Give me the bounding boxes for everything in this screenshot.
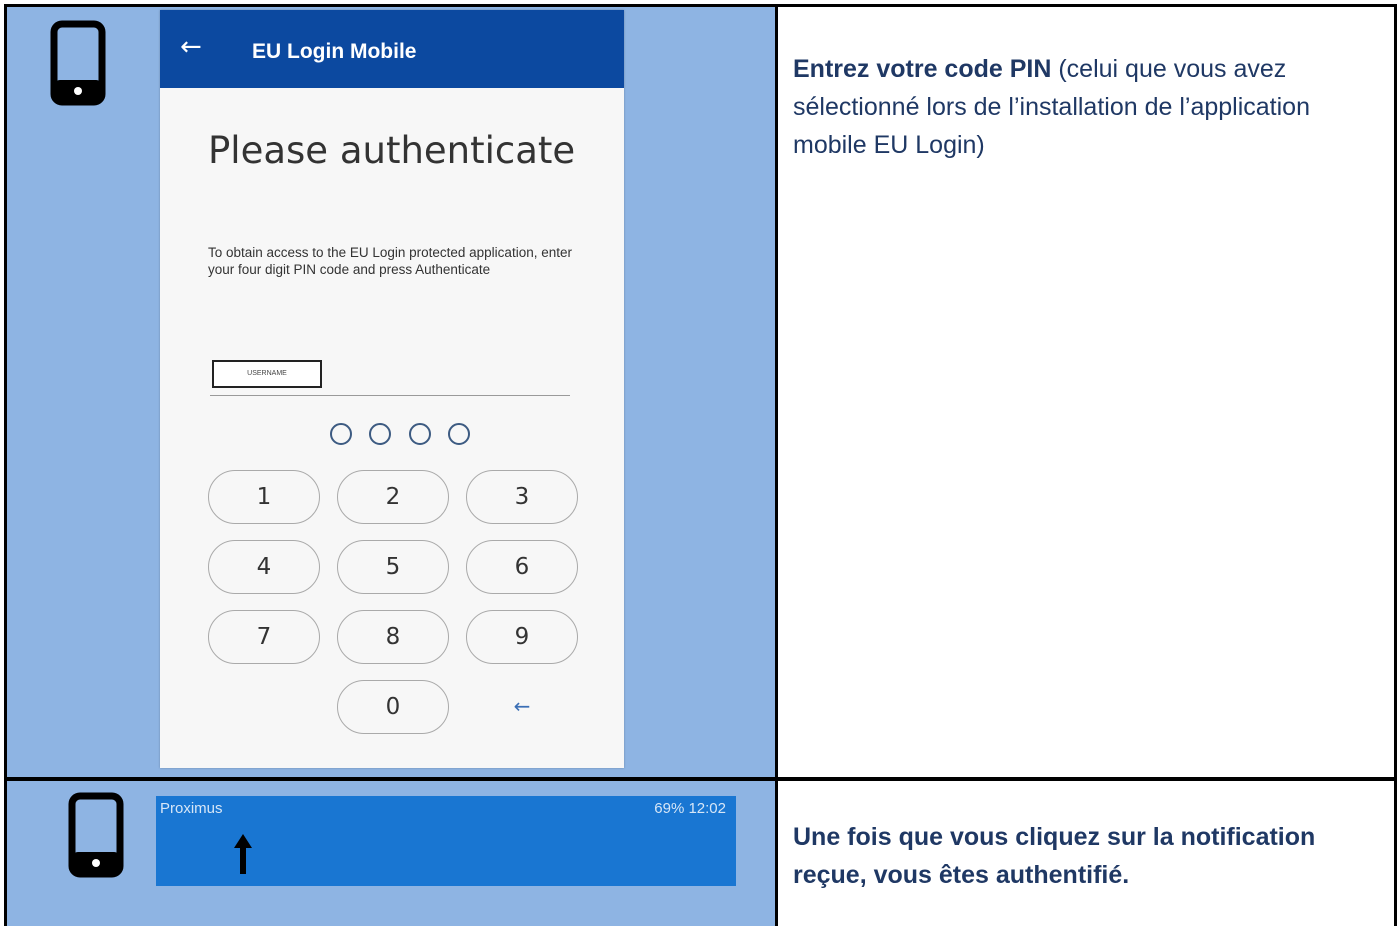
mobile-app-screenshot: ← EU Login Mobile Please authenticate To…: [160, 10, 624, 768]
mobile-phone-icon: [68, 792, 124, 878]
keypad-key-9[interactable]: 9: [466, 610, 578, 664]
pin-dot: [447, 423, 470, 445]
auth-description: To obtain access to the EU Login protect…: [208, 245, 572, 277]
keypad-key-2[interactable]: 2: [337, 470, 449, 524]
keypad-key-6[interactable]: 6: [466, 540, 578, 594]
instruction-step-1-bold: Entrez votre code PIN: [793, 55, 1052, 83]
auth-heading: Please authenticate: [208, 129, 576, 172]
input-underline: [210, 395, 570, 396]
back-arrow-icon[interactable]: ←: [180, 32, 202, 62]
mobile-phone-icon: [50, 20, 106, 106]
instruction-step-1: Entrez votre code PIN (celui que vous av…: [793, 50, 1373, 164]
keypad-key-0[interactable]: 0: [337, 680, 449, 734]
keypad-key-3[interactable]: 3: [466, 470, 578, 524]
app-title: EU Login Mobile: [252, 40, 417, 63]
keypad-key-1[interactable]: 1: [208, 470, 320, 524]
notification-bar[interactable]: Proximus 69% 12:02: [156, 796, 736, 886]
up-arrow-icon: [234, 834, 252, 874]
keypad-key-5[interactable]: 5: [337, 540, 449, 594]
pin-dot: [330, 423, 352, 445]
table-border-center: [775, 4, 778, 926]
table-border-top: [4, 4, 1397, 7]
pin-indicator: [330, 423, 470, 449]
keypad-key-8[interactable]: 8: [337, 610, 449, 664]
instruction-step-2: Une fois que vous cliquez sur la notific…: [793, 823, 1316, 889]
backspace-icon[interactable]: ←: [466, 680, 578, 734]
app-bar: ← EU Login Mobile: [160, 10, 624, 88]
table-border-middle: [4, 777, 1397, 781]
pin-dot: [408, 423, 431, 445]
username-field[interactable]: USERNAME: [212, 360, 322, 388]
keypad-key-7[interactable]: 7: [208, 610, 320, 664]
carrier-label: Proximus: [160, 800, 223, 817]
status-indicators: 69% 12:02: [654, 800, 726, 817]
keypad-key-4[interactable]: 4: [208, 540, 320, 594]
pin-dot: [369, 423, 392, 445]
table-border-left: [4, 4, 7, 926]
